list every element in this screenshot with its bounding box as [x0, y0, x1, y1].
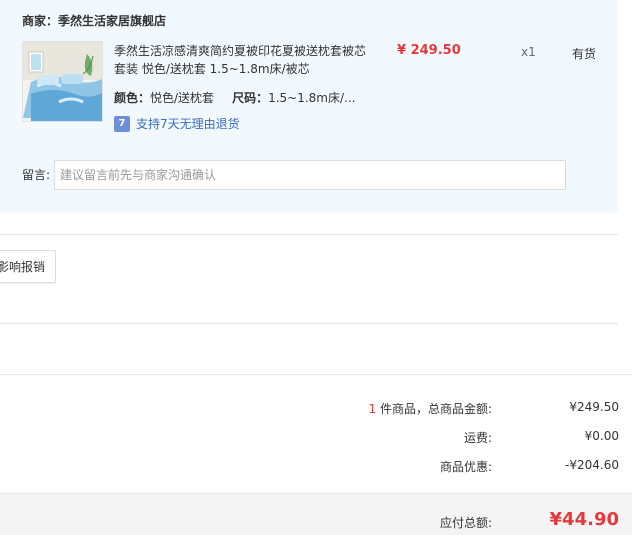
product-attributes: 颜色：悦色/送枕套 尺码：1.5~1.8m床/...: [114, 89, 355, 106]
divider: [0, 234, 618, 235]
seven-day-return-icon: 7: [114, 115, 130, 132]
shipping-label: 运费:: [463, 431, 492, 445]
note-input[interactable]: [54, 160, 566, 190]
note-label: 留言:: [22, 168, 51, 182]
size-value: 1.5~1.8m床/...: [268, 91, 356, 105]
item-count: 1: [368, 402, 377, 416]
return-policy-text[interactable]: 支持7天无理由退货: [136, 115, 240, 132]
discount-label: 商品优惠:: [439, 460, 492, 474]
total-label: 应付总额:: [439, 516, 492, 530]
divider: [0, 374, 632, 375]
shipping-value: ¥0.00: [584, 429, 619, 443]
return-policy[interactable]: 7 支持7天无理由退货: [114, 115, 240, 132]
divider: [0, 323, 618, 324]
color-value: 悦色/送枕套: [150, 91, 215, 105]
bedding-icon: [23, 42, 102, 121]
store-order-panel: 商家：季然生活家居旗舰店 季然生活凉感清爽简约夏被印花夏被送枕套被芯套装 悦色/…: [0, 0, 618, 213]
goods-total-value: ¥249.50: [569, 400, 619, 414]
store-name: 商家：季然生活家居旗舰店: [22, 14, 167, 28]
total-bar: 应付总额: ¥44.90: [0, 493, 632, 535]
total-amount: ¥44.90: [549, 509, 619, 530]
shipping-row: 运费: ¥0.00: [0, 429, 632, 449]
discount-value: -¥204.60: [565, 458, 619, 472]
item-price: ¥ 249.50: [397, 43, 461, 58]
discount-row: 商品优惠: -¥204.60: [0, 458, 632, 478]
checkout-page: 商家：季然生活家居旗舰店 季然生活凉感清爽简约夏被印花夏被送枕套被芯套装 悦色/…: [0, 0, 632, 535]
invoice-option-label: 影响报销: [0, 260, 46, 274]
product-thumbnail[interactable]: [22, 41, 103, 122]
stock-status: 有货: [572, 47, 597, 61]
item-quantity: x1: [521, 45, 536, 59]
goods-total-row: 1 件商品，总商品金额: ¥249.50: [0, 400, 632, 420]
size-label: 尺码：: [232, 91, 269, 105]
goods-total-label: 1 件商品，总商品金额:: [368, 402, 493, 416]
color-label: 颜色：: [114, 91, 151, 105]
invoice-option-button[interactable]: 影响报销: [0, 250, 56, 283]
product-title[interactable]: 季然生活凉感清爽简约夏被印花夏被送枕套被芯套装 悦色/送枕套 1.5~1.8m床…: [114, 42, 372, 78]
